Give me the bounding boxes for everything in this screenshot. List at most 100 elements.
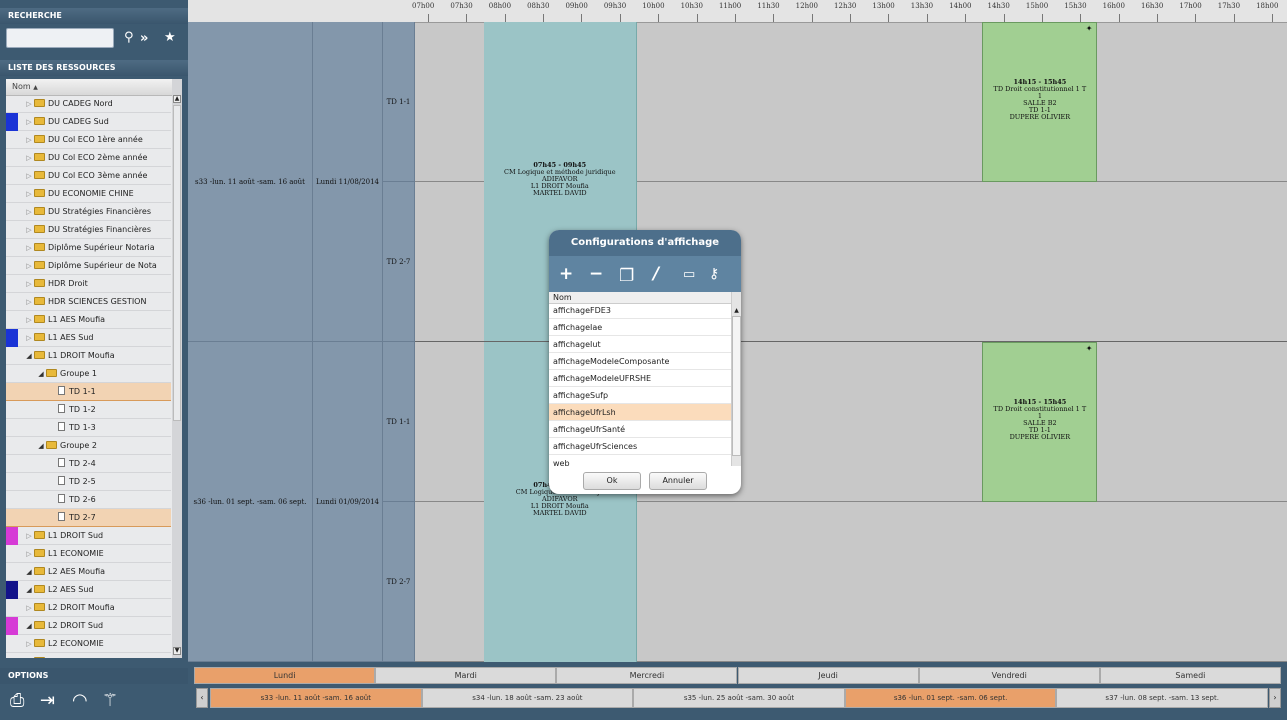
td-event[interactable]: ✦ 14h15 - 15h45 TD Droit constitutionnel 1… [982, 342, 1098, 502]
config-list-item[interactable]: affichageIut [549, 336, 731, 353]
tree-item[interactable]: TD 2-7 [6, 509, 171, 527]
tree-item[interactable]: TD 2-4 [6, 455, 171, 473]
week-tab[interactable]: s34 -lun. 18 août -sam. 23 août [421, 688, 634, 708]
config-list-item[interactable]: affichageModeleComposante [549, 353, 731, 370]
card-icon[interactable]: ▭ [683, 267, 695, 282]
day-tab[interactable]: Vendredi [918, 667, 1100, 684]
dialog-scroll-thumb[interactable] [732, 316, 741, 456]
collapsed-triangle-icon[interactable]: ▷ [24, 653, 34, 658]
expanded-triangle-icon[interactable]: ◢ [24, 617, 34, 634]
tree-item[interactable]: ▷ DU ECONOMIE CHINE [6, 185, 171, 203]
tree-item[interactable]: TD 1-2 [6, 401, 171, 419]
key-icon[interactable]: ⚷ [709, 266, 719, 282]
day-tab[interactable]: Lundi [194, 667, 376, 684]
collapsed-triangle-icon[interactable]: ▷ [24, 239, 34, 256]
chevron-left-icon[interactable]: ‹ [196, 688, 208, 708]
ok-button[interactable]: Ok [583, 472, 641, 490]
collapsed-triangle-icon[interactable]: ▷ [24, 527, 34, 544]
day-tab[interactable]: Mercredi [556, 667, 738, 684]
rss-icon[interactable]: ◠ [72, 690, 88, 711]
scroll-up-icon[interactable]: ▲ [173, 95, 181, 103]
config-list-item[interactable]: affichageSufp [549, 387, 731, 404]
tree-item[interactable]: ▷ DU Stratégies Financières [6, 221, 171, 239]
tree-scroll-thumb[interactable] [173, 105, 181, 421]
printer-icon[interactable]: ⎙ [10, 690, 24, 711]
day-tab[interactable]: Jeudi [737, 667, 919, 684]
tree-item[interactable]: ▷ L3 AES Moufia [6, 653, 171, 658]
week-tab[interactable]: s33 -lun. 11 août -sam. 16 août [210, 688, 422, 708]
config-list-item[interactable]: web [549, 455, 731, 471]
tree-item[interactable]: ▷ DU Col ECO 1ère année [6, 131, 171, 149]
star-icon[interactable]: ★ [164, 30, 176, 45]
tree-item[interactable]: ◢ L2 AES Moufia [6, 563, 171, 581]
expanded-triangle-icon[interactable]: ◢ [36, 365, 46, 382]
edit-pen-icon[interactable]: / [653, 264, 659, 284]
tree-item[interactable]: ▷ L1 AES Moufia [6, 311, 171, 329]
expanded-triangle-icon[interactable]: ◢ [24, 563, 34, 580]
add-icon[interactable]: + [559, 264, 573, 284]
expanded-triangle-icon[interactable]: ◢ [24, 581, 34, 598]
tree-item[interactable]: ▷ DU Stratégies Financières [6, 203, 171, 221]
tree-item[interactable]: ▷ DU CADEG Nord [6, 95, 171, 113]
scroll-down-icon[interactable]: ▼ [173, 647, 181, 655]
collapsed-triangle-icon[interactable]: ▷ [24, 113, 34, 130]
tree-item[interactable]: TD 1-1 [6, 383, 171, 401]
collapsed-triangle-icon[interactable]: ▷ [24, 221, 34, 238]
day-tab[interactable]: Mardi [375, 667, 557, 684]
tree-item[interactable]: ◢ Groupe 2 [6, 437, 171, 455]
tree-item[interactable]: ◢ L2 AES Sud [6, 581, 171, 599]
tree-item[interactable]: ◢ L2 DROIT Sud [6, 617, 171, 635]
tree-item[interactable]: ◢ L1 DROIT Moufia [6, 347, 171, 365]
week-tab[interactable]: s35 -lun. 25 août -sam. 30 août [633, 688, 845, 708]
config-list-item[interactable]: affichageFDE3 [549, 305, 731, 319]
tree-item[interactable]: ▷ Diplôme Supérieur de Nota [6, 257, 171, 275]
chevron-right-icon[interactable]: › [1269, 688, 1281, 708]
week-tab[interactable]: s36 -lun. 01 sept. -sam. 06 sept. [844, 688, 1057, 708]
collapsed-triangle-icon[interactable]: ▷ [24, 257, 34, 274]
collapsed-triangle-icon[interactable]: ▷ [24, 149, 34, 166]
collapsed-triangle-icon[interactable]: ▷ [24, 311, 34, 328]
week-tab[interactable]: s37 -lun. 08 sept. -sam. 13 sept. [1056, 688, 1268, 708]
magic-wand-icon[interactable]: ⚚ [102, 690, 118, 711]
tree-item[interactable]: ▷ DU CADEG Sud [6, 113, 171, 131]
collapsed-triangle-icon[interactable]: ▷ [24, 203, 34, 220]
td-event[interactable]: ✦ 14h15 - 15h45 TD Droit constitutionnel 1… [982, 22, 1098, 182]
collapsed-triangle-icon[interactable]: ▷ [24, 635, 34, 652]
tree-item[interactable]: ▷ Diplôme Supérieur Notaria [6, 239, 171, 257]
tree-item[interactable]: ▷ HDR Droit [6, 275, 171, 293]
resource-tree[interactable]: Nom ▲ ▷ DU CADEG Nord ▷ DU CADEG Sud ▷ DU Col… [6, 79, 182, 658]
magnifier-icon[interactable]: ⚲ [124, 30, 134, 45]
cancel-button[interactable]: Annuler [649, 472, 707, 490]
collapsed-triangle-icon[interactable]: ▷ [24, 329, 34, 346]
collapsed-triangle-icon[interactable]: ▷ [24, 545, 34, 562]
day-tab[interactable]: Samedi [1099, 667, 1281, 684]
tree-item[interactable]: ▷ L2 DROIT Moufia [6, 599, 171, 617]
tree-column-header[interactable]: Nom ▲ [6, 79, 182, 96]
tree-item[interactable]: TD 1-3 [6, 419, 171, 437]
tree-item[interactable]: ◢ Groupe 1 [6, 365, 171, 383]
double-chevron-icon[interactable]: » [140, 31, 148, 46]
config-list-item[interactable]: affichageIae [549, 319, 731, 336]
collapsed-triangle-icon[interactable]: ▷ [24, 293, 34, 310]
collapsed-triangle-icon[interactable]: ▷ [24, 95, 34, 112]
search-input[interactable] [6, 28, 114, 48]
tree-item[interactable]: ▷ L1 DROIT Sud [6, 527, 171, 545]
expanded-triangle-icon[interactable]: ◢ [36, 437, 46, 454]
collapsed-triangle-icon[interactable]: ▷ [24, 185, 34, 202]
config-list-item[interactable]: affichageModeleUFRSHE [549, 370, 731, 387]
config-list[interactable]: affichageFDE3 affichageIae affichageIut aff… [549, 305, 731, 471]
tree-item[interactable]: ▷ L1 ECONOMIE [6, 545, 171, 563]
collapsed-triangle-icon[interactable]: ▷ [24, 599, 34, 616]
tree-item[interactable]: ▷ L1 AES Sud [6, 329, 171, 347]
tree-item[interactable]: ▷ HDR SCIENCES GESTION [6, 293, 171, 311]
dialog-column-header[interactable]: Nom [549, 292, 731, 304]
export-icon[interactable]: ⇥ [40, 690, 55, 711]
collapsed-triangle-icon[interactable]: ▷ [24, 131, 34, 148]
tree-item[interactable]: ▷ DU Col ECO 3ème année [6, 167, 171, 185]
config-list-item[interactable]: affichageUfrSciences [549, 438, 731, 455]
config-list-item[interactable]: affichageUfrLsh [549, 404, 731, 421]
dialog-scrollbar[interactable]: ▲ [731, 292, 741, 466]
tree-item[interactable]: ▷ DU Col ECO 2ème année [6, 149, 171, 167]
tree-item[interactable]: TD 2-5 [6, 473, 171, 491]
copy-icon[interactable]: ❐ [619, 266, 634, 286]
